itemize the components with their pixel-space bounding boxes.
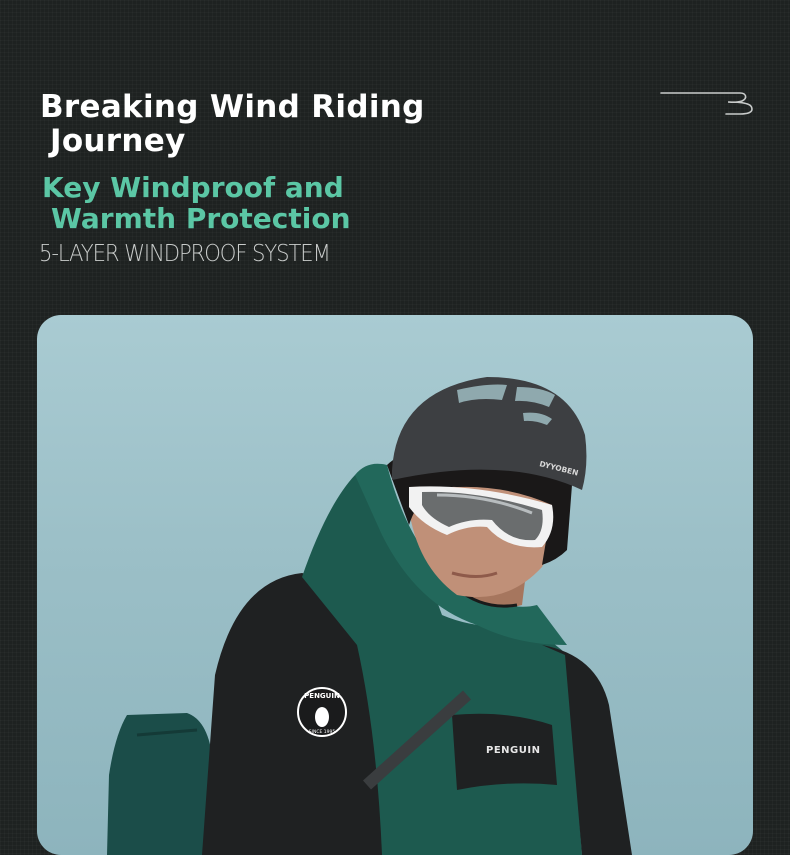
jacket-chest-text: PENGUIN bbox=[486, 745, 540, 756]
headline-line-1: Breaking Wind Riding bbox=[40, 89, 425, 125]
tagline: 5-LAYER WINDPROOF SYSTEM bbox=[39, 241, 331, 267]
sleeve-patch-text: PENGUIN bbox=[304, 692, 340, 700]
sleeve-patch-subtext: SINCE 1995 bbox=[309, 729, 336, 735]
product-photo: PENGUIN SINCE 1995 PENGUIN DYYOBEN bbox=[37, 315, 753, 855]
wind-swirl-icon bbox=[660, 92, 753, 115]
headline-line-2: Journey bbox=[50, 123, 186, 159]
subheading-line-2: Warmth Protection bbox=[51, 202, 351, 235]
subheading: Key Windproof and Warmth Protection bbox=[42, 172, 351, 234]
subheading-line-1: Key Windproof and bbox=[42, 171, 344, 204]
headline: Breaking Wind Riding Journey bbox=[40, 90, 425, 158]
